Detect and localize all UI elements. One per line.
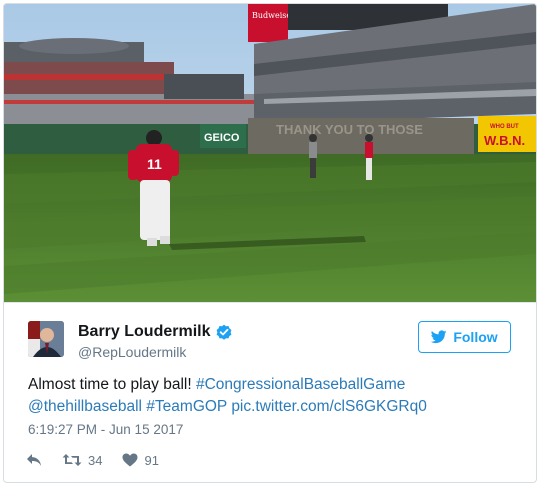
geico-sign-text: GEICO [204, 132, 240, 144]
tweet-card: Budweiser GEICO THANK YOU TO THOSE WHO B… [3, 3, 537, 483]
stadium-photo: Budweiser GEICO THANK YOU TO THOSE WHO B… [4, 4, 536, 302]
tweet-text: Almost time to play ball! #Congressional… [28, 374, 498, 418]
name-row: Barry Loudermilk [78, 322, 232, 342]
like-button[interactable]: 91 [122, 452, 159, 468]
avatar[interactable] [28, 321, 64, 357]
like-count: 91 [144, 452, 159, 468]
reply-icon [27, 454, 41, 466]
tweet-media-photo[interactable]: Budweiser GEICO THANK YOU TO THOSE WHO B… [4, 4, 536, 302]
thank-you-sign-text: THANK YOU TO THOSE [276, 122, 423, 137]
jersey-number: 11 [147, 156, 162, 172]
wbn-sign-top: WHO BUT [490, 124, 519, 130]
verified-badge-icon [217, 324, 232, 340]
heart-icon [122, 453, 138, 467]
wbn-sign-bottom: W.B.N. [484, 133, 525, 148]
tweet-text-plain: Almost time to play ball! [28, 376, 196, 393]
twitter-bird-icon [431, 330, 447, 344]
hashtag-link[interactable]: #CongressionalBaseballGame [196, 376, 405, 393]
avatar-image [28, 321, 64, 357]
retweet-button[interactable]: 34 [62, 453, 102, 468]
tweet-actions: 34 91 [26, 450, 179, 470]
hashtag-link[interactable]: #TeamGOP [146, 398, 227, 415]
tweet-timestamp[interactable]: 6:19:27 PM - Jun 15 2017 [28, 422, 183, 437]
reply-button[interactable] [26, 453, 42, 467]
retweet-count: 34 [88, 452, 103, 468]
retweet-icon [62, 454, 82, 466]
follow-button[interactable]: Follow [418, 321, 511, 353]
tweet-header: Barry Loudermilk @RepLoudermilk Follow [4, 302, 536, 360]
follow-button-label: Follow [453, 329, 498, 345]
display-name[interactable]: Barry Loudermilk [78, 323, 210, 341]
mention-link[interactable]: @thehillbaseball [28, 398, 142, 415]
media-link[interactable]: pic.twitter.com/clS6GKGRq0 [231, 398, 427, 415]
user-handle[interactable]: @RepLoudermilk [78, 344, 186, 360]
